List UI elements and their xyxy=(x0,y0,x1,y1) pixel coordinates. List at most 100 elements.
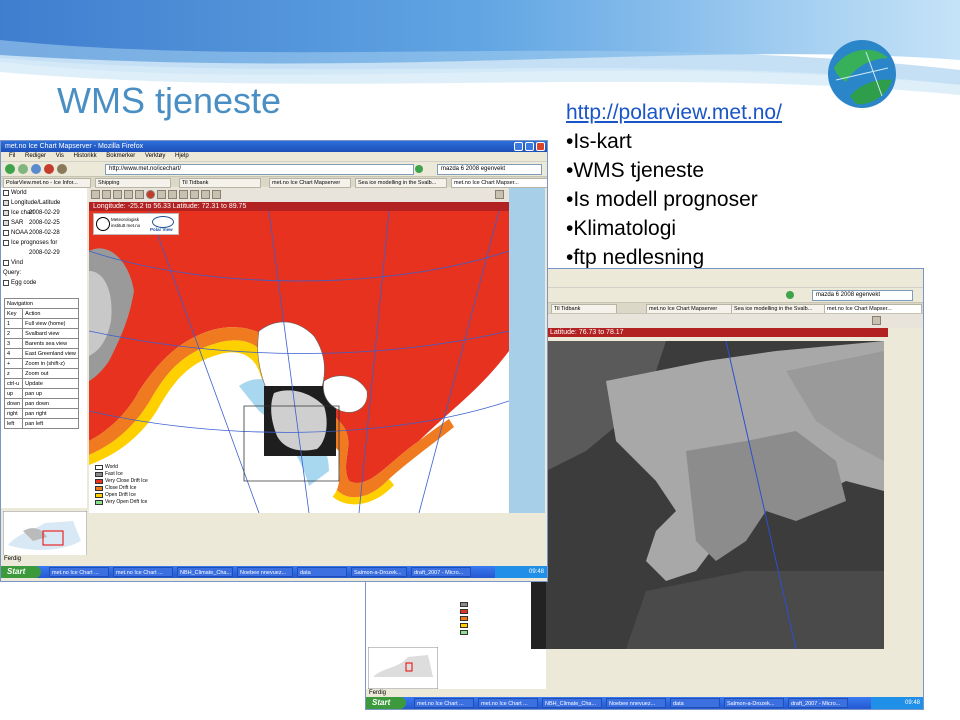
reload-icon[interactable] xyxy=(31,164,41,174)
tab-polarview[interactable]: PolarView.met.no - Ice Infor... xyxy=(3,178,91,188)
checkbox[interactable] xyxy=(3,280,9,286)
layer-ice-prognoses[interactable]: Ice prognoses for xyxy=(1,238,87,248)
back-arrow-icon[interactable] xyxy=(5,164,15,174)
polar-view-label: Polar View xyxy=(150,227,173,232)
window-title: met.no Ice Chart Mapserver - Mozilla Fir… xyxy=(5,143,144,150)
menu-file[interactable]: Fil xyxy=(9,153,15,159)
overview-map[interactable] xyxy=(3,511,87,557)
close-icon[interactable] xyxy=(536,142,545,151)
taskbar-item[interactable]: met.no Ice Chart ... xyxy=(414,698,474,708)
taskbar-item[interactable]: met.no Ice Chart ... xyxy=(113,567,173,577)
go-icon[interactable] xyxy=(786,291,794,299)
pan-up-icon[interactable] xyxy=(179,190,188,199)
go-icon[interactable] xyxy=(415,165,423,173)
slide-title: WMS tjeneste xyxy=(57,80,282,121)
url-input[interactable]: http://www.met.no/icechart/ xyxy=(105,164,414,175)
taskbar-item[interactable]: data xyxy=(297,567,347,577)
legend-swatch xyxy=(95,479,103,484)
table-row: left pan left xyxy=(3,418,79,429)
tab-sea-ice-modelling[interactable]: Sea ice modelling in the Svalb... xyxy=(355,178,447,188)
taskbar-item[interactable]: Salmon-a-Drozek... xyxy=(724,698,784,708)
menu-edit[interactable]: Rediger xyxy=(25,153,46,159)
menu-history[interactable]: Historikk xyxy=(74,153,97,159)
table-row: right pan right xyxy=(3,408,79,419)
tabs-bar: PolarView.met.no - Ice Infor... Shipping… xyxy=(1,176,547,188)
legend-swatch xyxy=(460,623,468,628)
tab-ice-chart-mapser-active[interactable]: met.no Ice Chart Mapser... xyxy=(451,178,547,188)
search-input[interactable]: mazda 6 2008 egenvekt xyxy=(437,164,542,175)
arrow-left-icon[interactable] xyxy=(201,190,210,199)
table-row: + Zoom in (shift-z) xyxy=(3,358,79,369)
taskbar-item[interactable]: data xyxy=(670,698,720,708)
taskbar-item[interactable]: Noebee nnevuez... xyxy=(606,698,666,708)
system-tray-clock: 09:48 xyxy=(495,566,547,578)
layer-vind[interactable]: Vind xyxy=(1,258,87,268)
taskbar-item[interactable]: Noebee nnevuez... xyxy=(237,567,293,577)
zoom-out-icon[interactable] xyxy=(102,190,111,199)
legend-item: Close Drift Ice xyxy=(95,485,148,492)
start-button[interactable]: Start xyxy=(1,566,41,578)
sar-image xyxy=(546,341,884,649)
bullet-item: •Is modell prognoser xyxy=(566,188,758,211)
map-legend: World Fast Ice Very Close Drift Ice Clos… xyxy=(93,463,150,507)
layer-sar[interactable]: SAR 2008-02-25 xyxy=(1,218,87,228)
taskbar-item[interactable]: draft_2007 - Micro... xyxy=(788,698,848,708)
zoom-in-icon[interactable] xyxy=(91,190,100,199)
tab-ice-chart-mapserver[interactable]: met.no Ice Chart Mapserver xyxy=(269,178,351,188)
arrow-right-icon[interactable] xyxy=(212,190,221,199)
map-toolbar xyxy=(89,188,509,202)
checkbox[interactable] xyxy=(3,230,9,236)
logo-circle-icon xyxy=(96,217,110,231)
legend-swatch xyxy=(460,616,468,621)
menu-view[interactable]: Vis xyxy=(56,153,64,159)
legend-swatch xyxy=(460,609,468,614)
back-overview-map xyxy=(368,647,438,689)
taskbar-item[interactable]: met.no Ice Chart ... xyxy=(478,698,538,708)
pan-down-icon[interactable] xyxy=(190,190,199,199)
layer-longlat[interactable]: Longitude/Latitude xyxy=(1,198,87,208)
start-button[interactable]: Start xyxy=(366,697,406,709)
maximize-icon[interactable] xyxy=(525,142,534,151)
forward-arrow-icon[interactable] xyxy=(18,164,28,174)
checkbox[interactable] xyxy=(3,190,9,196)
print-icon[interactable] xyxy=(872,316,881,325)
full-extent-icon[interactable] xyxy=(124,190,133,199)
layer-world[interactable]: World xyxy=(1,188,87,198)
checkbox[interactable] xyxy=(3,210,9,216)
menu-help[interactable]: Hjelp xyxy=(175,153,189,159)
home-icon[interactable] xyxy=(57,164,67,174)
vertical-scrollbar[interactable] xyxy=(509,188,545,513)
taskbar-item[interactable]: Salmon-a-Drozek... xyxy=(351,567,407,577)
legend-swatch xyxy=(95,500,103,505)
taskbar-item[interactable]: met.no Ice Chart ... xyxy=(49,567,109,577)
checkbox[interactable] xyxy=(3,200,9,206)
checkbox[interactable] xyxy=(3,240,9,246)
stop-icon[interactable] xyxy=(44,164,54,174)
layer-egg-code[interactable]: Egg code xyxy=(1,278,87,288)
layer-noaa[interactable]: NOAA 2008-02-28 xyxy=(1,228,87,238)
tab-shipping[interactable]: Shipping xyxy=(95,178,171,188)
layer-ice-chart[interactable]: Ice chart 2008-02-29 xyxy=(1,208,87,218)
taskbar-item[interactable]: NBH_Climate_Cha... xyxy=(177,567,233,577)
query-icon[interactable] xyxy=(135,190,144,199)
minimize-icon[interactable] xyxy=(514,142,523,151)
taskbar-item[interactable]: NBH_Climate_Cha... xyxy=(542,698,602,708)
pan-right-icon[interactable] xyxy=(168,190,177,199)
info-icon[interactable] xyxy=(146,190,155,199)
taskbar-item[interactable]: draft_2007 - Micro... xyxy=(411,567,471,577)
pan-left-icon[interactable] xyxy=(157,190,166,199)
menu-bookmarks[interactable]: Bokmerker xyxy=(106,153,135,159)
checkbox[interactable] xyxy=(3,220,9,226)
table-row: 2 Svalbard view xyxy=(3,328,79,339)
tab-til-tidbank[interactable]: Til Tidbank xyxy=(179,178,261,188)
polarview-link[interactable]: http://polarview.met.no/ xyxy=(566,101,782,124)
back-search-input[interactable]: mazda 6 2008 egenvekt xyxy=(812,290,913,301)
pan-icon[interactable] xyxy=(113,190,122,199)
menu-tools[interactable]: Verktøy xyxy=(145,153,165,159)
legend-item: World xyxy=(95,464,148,471)
print-icon[interactable] xyxy=(495,190,504,199)
legend-swatch xyxy=(95,486,103,491)
checkbox[interactable] xyxy=(3,260,9,266)
table-row: ctrl-u Update xyxy=(3,378,79,389)
legend-item: Fast Ice xyxy=(95,471,148,478)
